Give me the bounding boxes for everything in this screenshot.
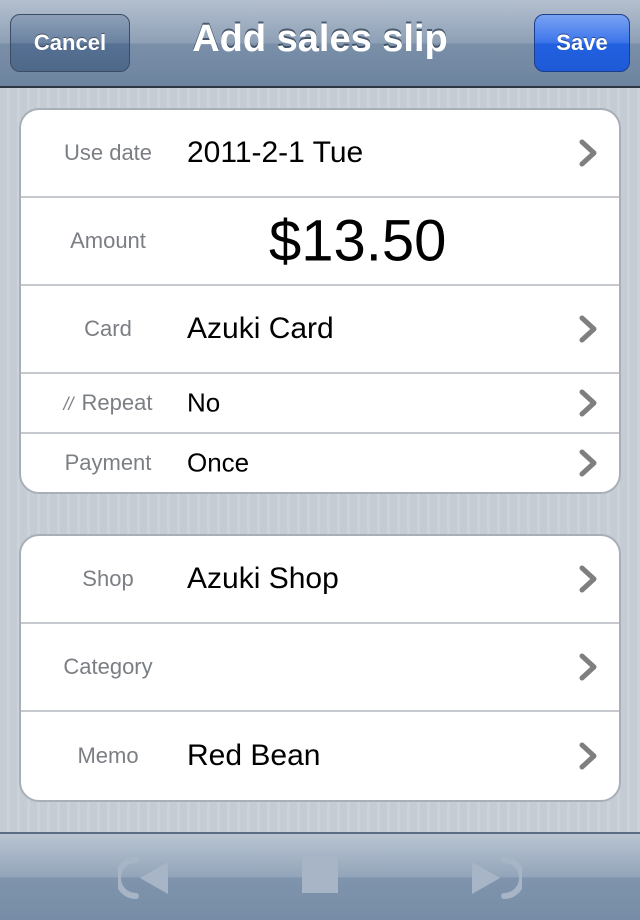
chevron-right-icon bbox=[579, 139, 597, 167]
use-date-label: Use date bbox=[63, 140, 153, 165]
repeat-label: Repeat bbox=[81, 390, 153, 415]
category-row[interactable]: Category bbox=[21, 624, 619, 712]
amount-row[interactable]: Amount $13.50 bbox=[21, 198, 619, 286]
chevron-right-icon bbox=[579, 742, 597, 770]
shop-value: Azuki Shop bbox=[187, 562, 339, 595]
repeat-label-wrap: // Repeat bbox=[21, 390, 195, 416]
card-row[interactable]: Card Azuki Card bbox=[21, 286, 619, 374]
shop-row[interactable]: Shop Azuki Shop bbox=[21, 536, 619, 624]
next-icon[interactable] bbox=[466, 854, 522, 902]
payment-row[interactable]: Payment Once bbox=[21, 434, 619, 492]
repeat-icon: // bbox=[63, 394, 74, 414]
slip-group: Use date 2011-2-1 Tue Amount $13.50 Card… bbox=[19, 108, 621, 494]
bottom-toolbar bbox=[0, 832, 640, 920]
card-value: Azuki Card bbox=[187, 312, 334, 345]
amount-value: $13.50 bbox=[269, 208, 447, 274]
card-label: Card bbox=[84, 316, 132, 341]
navigation-bar: Cancel Add sales slip Save bbox=[0, 0, 640, 88]
shop-label: Shop bbox=[82, 566, 134, 591]
memo-value: Red Bean bbox=[187, 739, 321, 772]
chevron-right-icon bbox=[579, 449, 597, 477]
chevron-right-icon bbox=[579, 653, 597, 681]
previous-icon[interactable] bbox=[118, 854, 174, 902]
memo-row[interactable]: Memo Red Bean bbox=[21, 712, 619, 800]
chevron-right-icon bbox=[579, 565, 597, 593]
repeat-row[interactable]: // Repeat No bbox=[21, 374, 619, 434]
chevron-right-icon bbox=[579, 315, 597, 343]
payment-value: Once bbox=[187, 447, 250, 478]
repeat-value: No bbox=[187, 387, 221, 418]
use-date-row[interactable]: Use date 2011-2-1 Tue bbox=[21, 110, 619, 198]
save-button[interactable]: Save bbox=[534, 14, 630, 72]
category-label: Category bbox=[63, 654, 153, 679]
chevron-right-icon bbox=[579, 389, 597, 417]
stop-icon[interactable] bbox=[300, 854, 340, 896]
payment-label: Payment bbox=[64, 450, 152, 475]
use-date-value: 2011-2-1 Tue bbox=[187, 136, 364, 169]
details-group: Shop Azuki Shop Category Memo Red Bean bbox=[19, 534, 621, 802]
amount-label: Amount bbox=[70, 228, 146, 253]
memo-label: Memo bbox=[77, 743, 139, 768]
